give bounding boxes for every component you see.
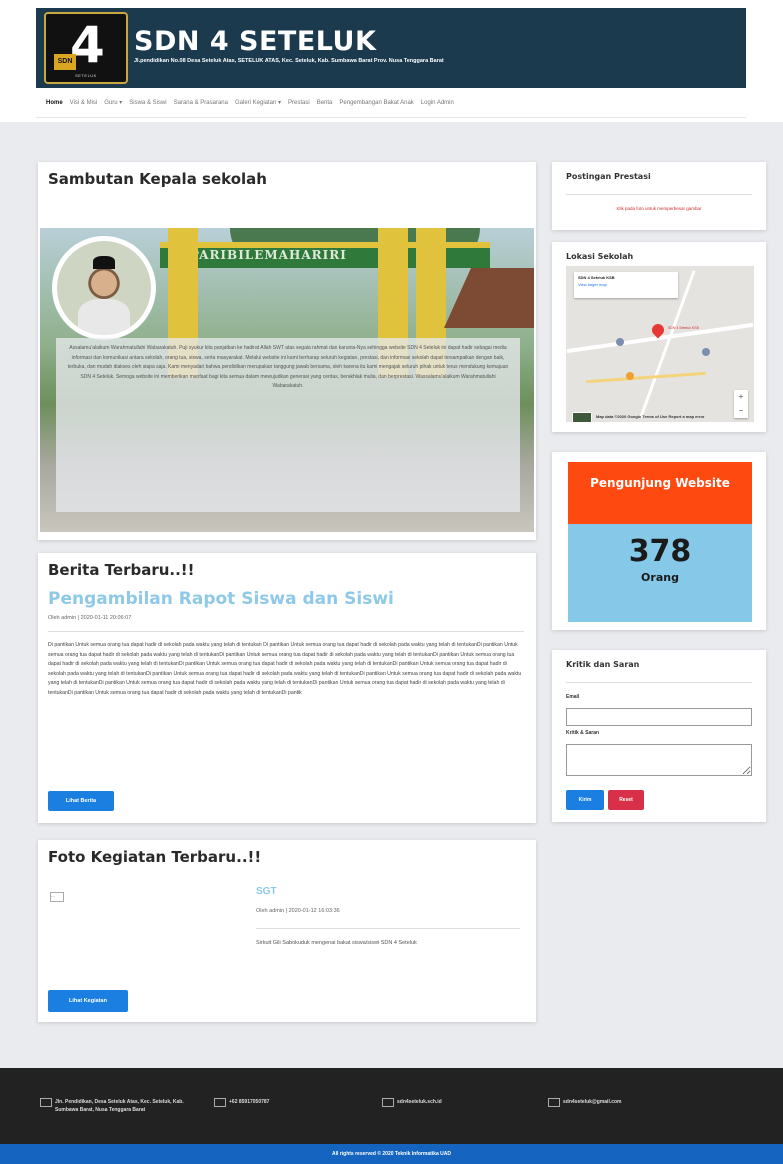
mail-icon	[548, 1098, 560, 1107]
sambutan-title: Sambutan Kepala sekolah	[48, 170, 267, 188]
nav-sarana[interactable]: Sarana & Prasarana	[174, 100, 228, 106]
nav-galeri[interactable]: Galeri Kegiatan ▾	[235, 99, 281, 106]
footer-address: Jln. Pendidikan, Desa Seteluk Atas, Kec.…	[40, 1098, 190, 1114]
footer-website-text[interactable]: sdn4seteluk.sch.id	[397, 1098, 442, 1107]
map-poi-icon[interactable]	[616, 338, 624, 346]
foto-card: Foto Kegiatan Terbaru..!! ... SGT Oleh a…	[38, 840, 536, 1022]
nav-login[interactable]: Login Admin	[421, 100, 454, 106]
kegiatan-desc: Sirkuit Gili Sabokuduk mengenai bakat si…	[256, 940, 417, 946]
divider	[566, 682, 752, 683]
map-zoom-control[interactable]: + −	[734, 390, 748, 418]
reset-button[interactable]: Reset	[608, 790, 644, 810]
kegiatan-meta: Oleh admin | 2020-01-12 16:03:36	[256, 908, 340, 914]
site-title[interactable]: SDN 4 SETELUK	[134, 26, 376, 57]
avatar-image	[57, 241, 151, 335]
footer-address-text: Jln. Pendidikan, Desa Seteluk Atas, Kec.…	[55, 1099, 184, 1113]
map-pin-label: SDN 4 Seteluk KSB	[668, 326, 699, 330]
foto-title: Foto Kegiatan Terbaru..!!	[48, 848, 262, 866]
prestasi-title: Postingan Prestasi	[566, 172, 651, 181]
visitor-count: 378	[628, 534, 692, 569]
broken-image-icon[interactable]: ...	[50, 892, 64, 902]
logo-caption: SETELUK	[75, 73, 97, 78]
email-field[interactable]	[566, 708, 752, 726]
map-info-title: SDN 4 Seteluk KSB	[578, 275, 615, 280]
divider	[48, 631, 524, 632]
nav-guru[interactable]: Guru ▾	[104, 99, 122, 106]
kegiatan-title-link[interactable]: SGT	[256, 886, 277, 897]
prestasi-note: Klik pada foto untuk memperbesar gambar	[616, 206, 702, 211]
avatar-cap	[92, 256, 116, 270]
sambutan-card: Sambutan Kepala sekolah PARIBILEMAHARIRI…	[38, 162, 536, 540]
footer-website[interactable]: sdn4seteluk.sch.id	[382, 1098, 442, 1107]
sambutan-text: Assalamu'alaikum Warahmatullahi Wabaraka…	[56, 338, 520, 512]
kritik-title: Kritik dan Saran	[566, 660, 640, 669]
berita-card: Berita Terbaru..!! Pengambilan Rapot Sis…	[38, 553, 536, 823]
site-address: Jl.pendidikan No.08 Desa Seteluk Atas, S…	[134, 58, 444, 64]
lokasi-card: Lokasi Sekolah SDN 4 Seteluk KSB SDN 4 S…	[552, 242, 766, 432]
nav-siswa[interactable]: Siswa & Siswi	[129, 100, 166, 106]
lihat-berita-button[interactable]: Lihat Berita	[48, 791, 114, 811]
footer-email[interactable]: sdn4seteluk@gmail.com	[548, 1098, 622, 1107]
main-nav: Home Visi & Misi Guru ▾ Siswa & Siswi Sa…	[36, 88, 746, 118]
headmaster-avatar	[52, 236, 156, 340]
map-poi-icon[interactable]	[702, 348, 710, 356]
divider	[256, 928, 520, 929]
footer-phone: +62 85917050787	[214, 1098, 269, 1107]
globe-icon	[382, 1098, 394, 1107]
email-label: Email	[566, 694, 580, 700]
phone-icon	[214, 1098, 226, 1107]
building-roof	[444, 268, 534, 328]
nav-bakat[interactable]: Pengembangan Bakat Anak	[339, 100, 413, 106]
gate-sign: PARIBILEMAHARIRI	[190, 248, 347, 262]
nav-home[interactable]: Home	[46, 100, 63, 106]
berita-title: Berita Terbaru..!!	[48, 561, 195, 579]
pengunjung-card: Pengunjung Website 378 Orang	[552, 452, 766, 630]
post-meta: Oleh admin | 2020-01-11 20:06:07	[48, 615, 132, 621]
map-satellite-toggle[interactable]	[572, 412, 592, 422]
map-footer: Map data ©2020 Google Terms of Use Repor…	[596, 414, 705, 419]
nav-visi-misi[interactable]: Visi & Misi	[70, 100, 98, 106]
lokasi-title: Lokasi Sekolah	[566, 252, 634, 261]
logo-badge: SDN	[54, 54, 76, 70]
pengunjung-counter: 378 Orang	[568, 524, 752, 622]
footer-phone-text: +62 85917050787	[229, 1099, 270, 1105]
school-gate-photo: PARIBILEMAHARIRI Assalamu'alaikum Warahm…	[40, 228, 534, 532]
post-title-link[interactable]: Pengambilan Rapot Siswa dan Siswi	[48, 589, 394, 609]
nav-prestasi[interactable]: Prestasi	[288, 100, 310, 106]
site-header: 4 SDN SETELUK SDN 4 SETELUK Jl.pendidika…	[36, 8, 746, 88]
visitor-unit: Orang	[641, 571, 679, 584]
divider	[566, 194, 752, 195]
avatar-shirt	[77, 299, 131, 335]
copyright: All rights reserved © 2020 Teknik Inform…	[0, 1144, 783, 1164]
map-poi-icon[interactable]	[626, 372, 634, 380]
site-footer: Jln. Pendidikan, Desa Seteluk Atas, Kec.…	[0, 1068, 783, 1164]
kirim-button[interactable]: Kirim	[566, 790, 604, 810]
footer-email-text[interactable]: sdn4seteluk@gmail.com	[563, 1098, 622, 1107]
post-body: Di pantikan Untuk semua orang tua dapat …	[48, 642, 522, 696]
pengunjung-title: Pengunjung Website	[568, 462, 752, 524]
google-map[interactable]: SDN 4 Seteluk KSB SDN 4 Seteluk KSB View…	[566, 266, 754, 422]
school-logo[interactable]: 4 SDN SETELUK	[44, 12, 128, 84]
map-info-box: SDN 4 Seteluk KSB View larger map	[574, 272, 678, 298]
kritik-textarea[interactable]	[566, 744, 752, 776]
view-larger-map-link[interactable]: View larger map	[578, 282, 674, 287]
map-road	[586, 371, 706, 384]
kritik-label: Kritik & Saran	[566, 730, 600, 736]
prestasi-card: Postingan Prestasi Klik pada foto untuk …	[552, 162, 766, 230]
kritik-card: Kritik dan Saran Email Kritik & Saran Ki…	[552, 650, 766, 822]
lihat-kegiatan-button[interactable]: Lihat Kegiatan	[48, 990, 128, 1012]
map-icon	[40, 1098, 52, 1107]
nav-berita[interactable]: Berita	[317, 100, 333, 106]
